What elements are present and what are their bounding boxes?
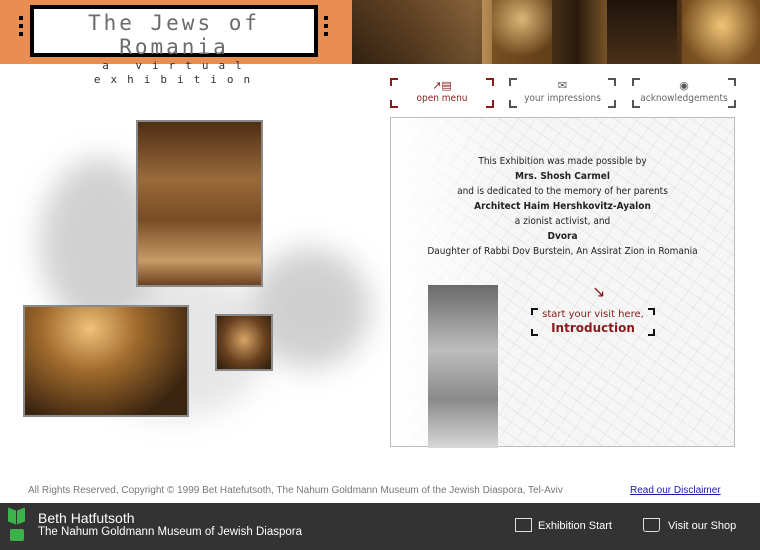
menu-icon: ↗▤: [432, 79, 452, 92]
open-menu-button[interactable]: ↗▤ open menu: [390, 78, 494, 108]
bottom-bar: Beth Hatfutsoth The Nahum Goldmann Museu…: [0, 503, 760, 550]
man-portrait-photo: [215, 314, 273, 371]
acknowledgements-label: acknowledgements: [640, 93, 728, 104]
decorative-dots: [324, 16, 329, 40]
museum-subtitle: The Nahum Goldmann Museum of Jewish Dias…: [38, 526, 302, 538]
your-impressions-label: your impressions: [524, 93, 601, 104]
beth-hatfutsoth-logo-icon[interactable]: [8, 507, 26, 543]
visit-shop-link[interactable]: Visit our Shop: [668, 520, 736, 532]
open-menu-label: open menu: [416, 93, 468, 104]
header-photo-strip: [352, 0, 760, 64]
photo-collage: [20, 118, 380, 438]
acknowledgements-button[interactable]: ◉ acknowledgements: [632, 78, 736, 108]
introduction-label: Introduction: [551, 321, 635, 335]
header-banner: The Jews of Romania a virtual exhibition: [0, 0, 760, 86]
dedication-line: and is dedicated to the memory of her pa…: [457, 186, 668, 197]
site-subtitle: a virtual exhibition: [93, 59, 261, 86]
site-title: The Jews of Romania: [87, 11, 261, 59]
decorative-dots: [19, 16, 24, 40]
dedication-text: This Exhibition was made possible by Mrs…: [391, 154, 734, 259]
synagogue-interior-photo: [23, 305, 189, 417]
title-box[interactable]: The Jews of Romania a virtual exhibition: [30, 5, 318, 86]
copyright-text: All Rights Reserved, Copyright © 1999 Be…: [28, 485, 563, 496]
page: The Jews of Romania a virtual exhibition…: [0, 0, 760, 550]
arrow-down-right-icon: ↘: [592, 282, 606, 301]
start-visit-button[interactable]: start your visit here, Introduction: [531, 308, 655, 336]
dedication-panel: This Exhibition was made possible by Mrs…: [390, 117, 735, 448]
museum-title[interactable]: Beth Hatfutsoth: [38, 510, 135, 526]
father-name: Architect Haim Hershkovitz-Ayalon: [474, 201, 651, 212]
classroom-photo: [136, 120, 263, 287]
disclaimer-link[interactable]: Read our Disclaimer: [630, 485, 721, 496]
dedication-line: Daughter of Rabbi Dov Burstein, An Assir…: [427, 246, 698, 257]
donor-name: Mrs. Shosh Carmel: [515, 171, 610, 182]
envelope-icon: ✉: [557, 79, 568, 92]
mother-name: Dvora: [547, 231, 578, 242]
exhibition-start-link[interactable]: Exhibition Start: [538, 520, 612, 532]
your-impressions-button[interactable]: ✉ your impressions: [509, 78, 616, 108]
family-photo: [428, 285, 498, 448]
start-visit-label: start your visit here,: [542, 309, 644, 320]
dedication-line: a zionist activist, and: [514, 216, 611, 227]
globe-icon: ◉: [679, 79, 689, 92]
shopping-basket-icon[interactable]: [643, 518, 660, 532]
exhibition-icon[interactable]: [515, 518, 532, 532]
dedication-line: This Exhibition was made possible by: [478, 156, 647, 167]
